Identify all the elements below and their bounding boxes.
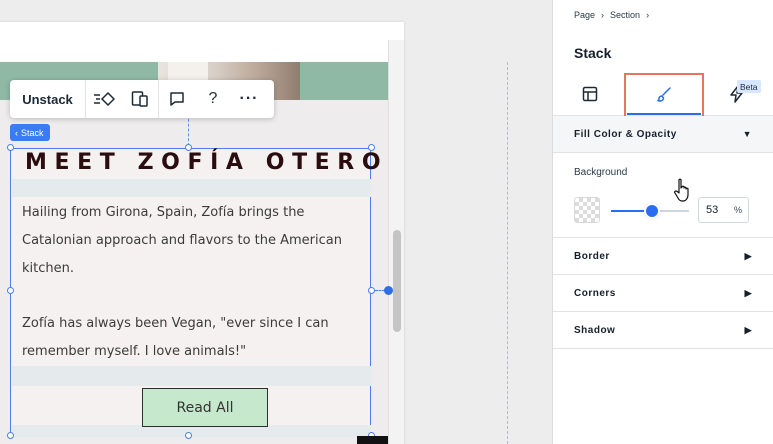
background-label: Background (574, 167, 628, 178)
opacity-input[interactable]: 53 % (698, 197, 749, 223)
resize-handle-bottom-left[interactable] (7, 432, 14, 439)
arrange-button[interactable] (86, 80, 122, 118)
stack-container[interactable]: MEET ZOFÍA OTERO Hailing from Girona, Sp… (10, 148, 381, 437)
opacity-slider[interactable] (611, 205, 689, 217)
stack-label-tag[interactable]: ‹ Stack (10, 124, 50, 141)
grid-guide-line (507, 62, 508, 444)
breadcrumb-section[interactable]: Section (610, 10, 640, 20)
stretch-handle[interactable] (384, 286, 393, 295)
border-heading: Border (574, 250, 610, 262)
shadow-accordion[interactable]: Shadow ▶ (553, 312, 773, 349)
inspector-panel: Page › Section › Stack Beta Fill Color &… (552, 0, 773, 444)
opacity-unit: % (733, 205, 742, 215)
layout-icon (582, 86, 598, 102)
read-all-button[interactable]: Read All (142, 388, 268, 427)
devices-icon (131, 91, 148, 107)
fill-color-accordion[interactable]: Fill Color & Opacity ▼ (553, 116, 773, 153)
shadow-heading: Shadow (574, 324, 616, 336)
tab-layout[interactable] (553, 72, 627, 116)
stack-paragraph[interactable]: Hailing from Girona, Spain, Zofía brings… (22, 199, 362, 283)
comment-button[interactable] (159, 80, 195, 118)
corners-accordion[interactable]: Corners ▶ (553, 275, 773, 312)
background-settings: Background 53 % (553, 152, 773, 238)
corners-heading: Corners (574, 287, 616, 299)
opacity-slider-knob[interactable] (646, 205, 659, 217)
help-icon: ? (208, 90, 218, 107)
floating-toolbar: Unstack ? ··· (10, 80, 274, 118)
page-header-area (0, 22, 404, 62)
resize-handle-top-right[interactable] (368, 144, 375, 151)
help-button[interactable]: ? (195, 80, 231, 118)
adjacent-element (357, 436, 388, 444)
caret-right-icon: ▶ (744, 287, 752, 298)
resize-handle-bottom[interactable] (185, 432, 192, 439)
stack-heading[interactable]: MEET ZOFÍA OTERO (25, 150, 388, 175)
arrange-icon (94, 91, 115, 107)
fill-color-heading: Fill Color & Opacity (574, 128, 677, 140)
chevron-right-icon: › (601, 10, 605, 20)
breadcrumb: Page › Section › (574, 10, 649, 20)
beta-badge: Beta (737, 80, 761, 93)
resize-handle-left[interactable] (7, 287, 14, 294)
resize-handle-top-left[interactable] (7, 144, 14, 151)
more-button[interactable]: ··· (231, 80, 267, 118)
caret-down-icon: ▼ (742, 129, 752, 139)
resize-handle-right[interactable] (368, 287, 375, 294)
panel-tabs: Beta (553, 72, 773, 202)
unstack-button[interactable]: Unstack (10, 80, 86, 118)
tab-highlight-box (624, 73, 704, 118)
stack-gap-band (12, 366, 371, 386)
alignment-guide (188, 114, 189, 146)
opacity-value: 53 (706, 204, 719, 216)
comment-icon (170, 92, 184, 106)
caret-right-icon: ▶ (744, 250, 752, 261)
chevron-left-icon: ‹ (15, 127, 18, 138)
responsive-button[interactable] (122, 80, 158, 118)
resize-handle-top[interactable] (185, 144, 192, 151)
background-color-swatch[interactable] (574, 197, 600, 223)
caret-right-icon: ▶ (744, 324, 752, 335)
panel-empty-area (553, 350, 773, 444)
chevron-right-icon: › (646, 10, 650, 20)
stack-gap-band (12, 179, 371, 197)
panel-title: Stack (574, 45, 612, 61)
stack-paragraph[interactable]: Zofía has always been Vegan, "ever since… (22, 310, 362, 366)
editor-canvas: MEET ZOFÍA OTERO Hailing from Girona, Sp… (0, 0, 552, 444)
stack-tag-label: Stack (21, 127, 44, 138)
more-icon: ··· (239, 90, 259, 107)
border-accordion[interactable]: Border ▶ (553, 238, 773, 275)
breadcrumb-page[interactable]: Page (574, 10, 595, 20)
tab-interactions[interactable] (700, 72, 773, 116)
canvas-scrollbar[interactable] (393, 230, 401, 332)
